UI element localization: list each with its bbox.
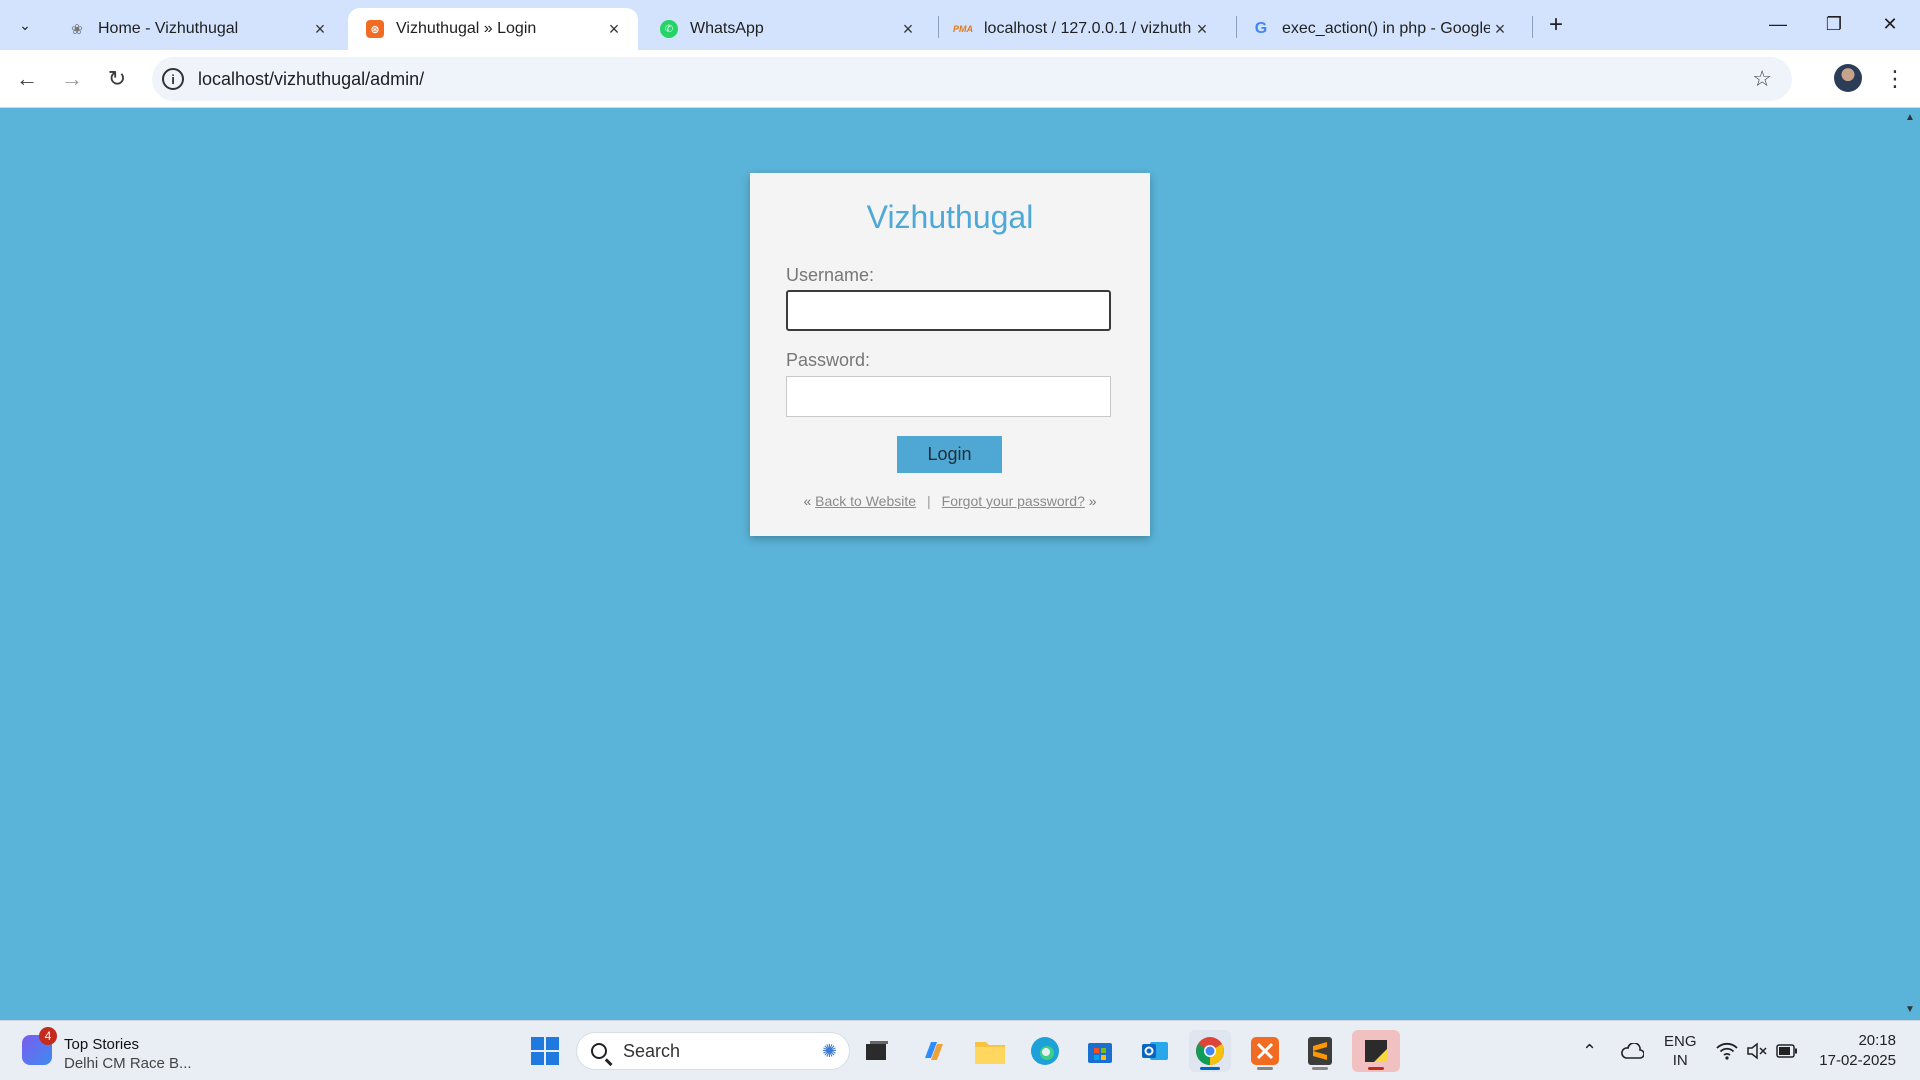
page-scrollbar[interactable]	[1898, 108, 1920, 1020]
tab-close-icon[interactable]: ×	[898, 19, 918, 39]
news-title: Top Stories	[64, 1036, 140, 1053]
region-code: IN	[1672, 1052, 1688, 1069]
tab-close-icon[interactable]: ×	[1490, 19, 1510, 39]
tab-separator	[1532, 16, 1533, 38]
running-indicator	[1200, 1067, 1220, 1070]
bookmark-star-icon[interactable]: ☆	[1752, 66, 1772, 92]
wifi-icon[interactable]	[1716, 1021, 1738, 1080]
tab-home-vizhuthugal[interactable]: ❀ Home - Vizhuthugal ×	[50, 8, 344, 50]
tab-close-icon[interactable]: ×	[1192, 19, 1212, 39]
file-explorer-icon[interactable]	[969, 1030, 1011, 1072]
microsoft-store-icon[interactable]	[1079, 1030, 1121, 1072]
tab-title: Home - Vizhuthugal	[98, 20, 239, 37]
clock-date: 17-02-2025	[1819, 1052, 1896, 1069]
language-code: ENG	[1664, 1033, 1697, 1050]
chrome-icon[interactable]	[1189, 1030, 1231, 1072]
news-widget-icon: 4	[22, 1027, 57, 1065]
show-hidden-icons-chevron-icon[interactable]: ⌃	[1582, 1021, 1597, 1080]
phpmyadmin-favicon-icon: PMA	[953, 24, 973, 34]
back-to-website-link[interactable]: Back to Website	[815, 493, 916, 509]
site-title: Vizhuthugal	[866, 199, 1034, 235]
news-badge: 4	[39, 1027, 57, 1045]
tab-title: Vizhuthugal » Login	[396, 20, 537, 37]
news-widget[interactable]: 4 Top Stories Delhi CM Race B...	[22, 1027, 192, 1073]
search-icon	[591, 1043, 607, 1059]
search-highlight-icon: ✺	[821, 1040, 837, 1061]
xampp-favicon-icon: ⊛	[366, 20, 384, 38]
tab-close-icon[interactable]: ×	[310, 19, 330, 39]
minimize-icon[interactable]: —	[1750, 0, 1806, 48]
reload-icon[interactable]: ↻	[100, 62, 134, 96]
google-favicon-icon: G	[1254, 20, 1268, 37]
onedrive-cloud-icon[interactable]	[1620, 1021, 1644, 1080]
running-indicator	[1257, 1067, 1273, 1070]
running-indicator	[1368, 1067, 1384, 1070]
tab-title: WhatsApp	[690, 20, 764, 37]
clock-time: 20:18	[1858, 1032, 1896, 1049]
windows-start-icon[interactable]	[524, 1030, 566, 1072]
tab-close-icon[interactable]: ×	[604, 19, 624, 39]
whatsapp-favicon-icon: ✆	[660, 20, 678, 38]
outlook-icon[interactable]	[1134, 1030, 1176, 1072]
tab-vizhuthugal-login[interactable]: ⊛ Vizhuthugal » Login ×	[348, 8, 638, 50]
password-input[interactable]	[786, 376, 1111, 417]
password-label: Password:	[786, 350, 871, 370]
taskbar-search-label: Search	[623, 1040, 681, 1061]
tab-whatsapp[interactable]: ✆ WhatsApp ×	[642, 8, 932, 50]
volume-muted-icon[interactable]	[1746, 1021, 1768, 1080]
site-info-icon[interactable]: i	[162, 68, 184, 90]
browser-toolbar: ← → ↻ i localhost/vizhuthugal/admin/ ☆ ⋮	[0, 50, 1920, 108]
task-view-icon[interactable]	[856, 1030, 898, 1072]
back-prefix: «	[803, 493, 812, 509]
forgot-password-link[interactable]: Forgot your password?	[942, 493, 1085, 509]
tab-title: localhost / 127.0.0.1 / vizhuthugal	[984, 20, 1192, 37]
tab-search-chevron-icon[interactable]: ⌄	[8, 10, 42, 40]
new-tab-plus-icon[interactable]: +	[1541, 10, 1571, 40]
sticky-notes-icon[interactable]	[1352, 1030, 1400, 1072]
edge-browser-icon[interactable]	[1024, 1030, 1066, 1072]
news-subtitle: Delhi CM Race B...	[64, 1055, 192, 1072]
close-window-icon[interactable]: ✕	[1862, 0, 1918, 48]
vizhuthugal-favicon-icon: ❀	[71, 20, 83, 37]
address-url[interactable]: localhost/vizhuthugal/admin/	[198, 69, 424, 90]
link-separator: |	[927, 493, 931, 509]
copilot-icon[interactable]	[913, 1030, 955, 1072]
forgot-suffix: »	[1088, 493, 1097, 509]
login-panel: Vizhuthugal Username: Password: Login « …	[750, 173, 1150, 536]
xampp-icon[interactable]	[1244, 1030, 1286, 1072]
profile-avatar[interactable]	[1834, 64, 1862, 92]
login-button[interactable]: Login	[897, 436, 1002, 473]
address-bar[interactable]: i localhost/vizhuthugal/admin/ ☆	[152, 57, 1792, 101]
language-indicator[interactable]: ENG IN	[1664, 1021, 1697, 1080]
scroll-down-arrow-icon[interactable]: ▼	[1905, 1004, 1915, 1015]
back-arrow-icon[interactable]: ←	[10, 62, 44, 96]
taskbar: 4 Top Stories Delhi CM Race B... Search …	[0, 1020, 1920, 1080]
tab-title: exec_action() in php - Google Search	[1282, 20, 1490, 37]
scroll-up-arrow-icon[interactable]: ▲	[1905, 112, 1915, 123]
username-label: Username:	[786, 265, 875, 285]
sublime-text-icon[interactable]	[1299, 1030, 1341, 1072]
browser-menu-icon[interactable]: ⋮	[1880, 62, 1910, 96]
taskbar-search[interactable]: Search ✺	[576, 1032, 850, 1070]
restore-icon[interactable]: ❐	[1806, 0, 1862, 48]
tab-strip: ⌄ ❀ Home - Vizhuthugal × ⊛ Vizhuthugal »…	[0, 0, 1920, 50]
running-indicator	[1312, 1067, 1328, 1070]
username-input[interactable]	[786, 290, 1111, 331]
battery-icon[interactable]	[1776, 1021, 1798, 1080]
login-footer-links: « Back to Website | Forgot your password? …	[750, 493, 1150, 509]
tab-google-search[interactable]: G exec_action() in php - Google Search ×	[1234, 8, 1524, 50]
forward-arrow-icon[interactable]: →	[55, 62, 89, 96]
system-clock[interactable]: 20:18 17-02-2025	[1800, 1031, 1896, 1071]
tab-phpmyadmin[interactable]: PMA localhost / 127.0.0.1 / vizhuthugal …	[936, 8, 1226, 50]
